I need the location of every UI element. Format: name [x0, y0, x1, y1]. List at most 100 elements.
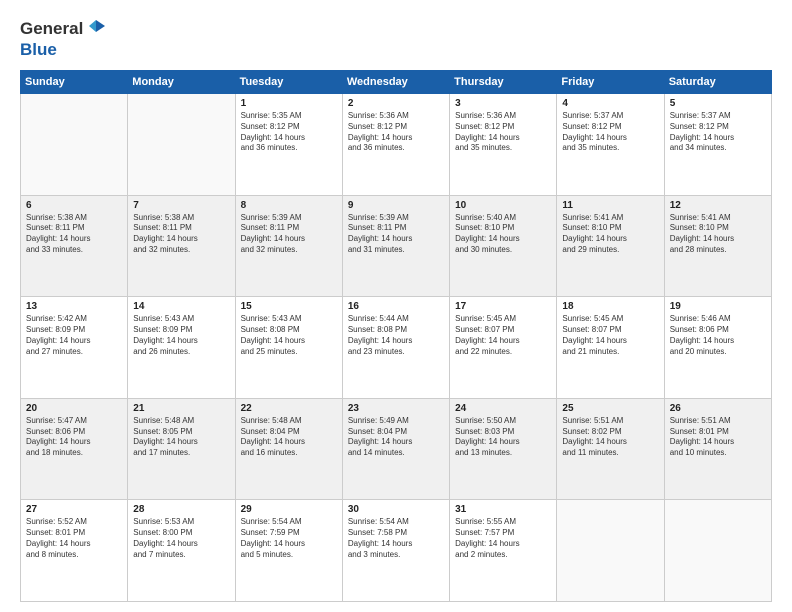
- cell-info: Sunrise: 5:50 AM Sunset: 8:03 PM Dayligh…: [455, 416, 551, 459]
- calendar-cell: 30 Sunrise: 5:54 AM Sunset: 7:58 PM Dayli…: [342, 500, 449, 602]
- cell-info: Sunrise: 5:44 AM Sunset: 8:08 PM Dayligh…: [348, 314, 444, 357]
- day-number: 16: [348, 301, 444, 312]
- calendar-cell: 27Sunrise: 5:52 AM Sunset: 8:01 PM Dayli…: [21, 500, 128, 602]
- day-number: 31: [455, 504, 551, 515]
- cell-info: Sunrise: 5:51 AM Sunset: 8:02 PM Dayligh…: [562, 416, 658, 459]
- weekday-header: Friday: [557, 71, 664, 94]
- calendar-cell: 11 Sunrise: 5:41 AM Sunset: 8:10 PM Dayli…: [557, 195, 664, 297]
- day-number: 10: [455, 200, 551, 211]
- calendar-cell: [21, 94, 128, 196]
- day-number: 26: [670, 403, 766, 414]
- calendar-cell: [128, 94, 235, 196]
- day-number: 14: [133, 301, 229, 312]
- cell-info: Sunrise: 5:45 AM Sunset: 8:07 PM Dayligh…: [562, 314, 658, 357]
- cell-info: Sunrise: 5:39 AM Sunset: 8:11 PM Dayligh…: [348, 213, 444, 256]
- day-number: 7: [133, 200, 229, 211]
- day-number: 9: [348, 200, 444, 211]
- calendar-cell: [557, 500, 664, 602]
- logo-flag-icon: [85, 18, 107, 40]
- calendar-cell: 19 Sunrise: 5:46 AM Sunset: 8:06 PM Dayli…: [664, 297, 771, 399]
- weekday-header: Wednesday: [342, 71, 449, 94]
- cell-info: Sunrise: 5:43 AM Sunset: 8:08 PM Dayligh…: [241, 314, 337, 357]
- calendar-cell: 23 Sunrise: 5:49 AM Sunset: 8:04 PM Dayli…: [342, 398, 449, 500]
- day-number: 15: [241, 301, 337, 312]
- page: General Blue SundayMondayTuesdayWednesda…: [0, 0, 792, 612]
- day-number: 13: [26, 301, 122, 312]
- cell-info: Sunrise: 5:37 AM Sunset: 8:12 PM Dayligh…: [670, 111, 766, 154]
- calendar-cell: 5 Sunrise: 5:37 AM Sunset: 8:12 PM Daylig…: [664, 94, 771, 196]
- day-number: 5: [670, 98, 766, 109]
- calendar-cell: 25 Sunrise: 5:51 AM Sunset: 8:02 PM Dayli…: [557, 398, 664, 500]
- day-number: 1: [241, 98, 337, 109]
- day-number: 23: [348, 403, 444, 414]
- cell-info: Sunrise: 5:41 AM Sunset: 8:10 PM Dayligh…: [562, 213, 658, 256]
- day-number: 17: [455, 301, 551, 312]
- day-number: 21: [133, 403, 229, 414]
- calendar-cell: 31Sunrise: 5:55 AM Sunset: 7:57 PM Dayli…: [450, 500, 557, 602]
- day-number: 20: [26, 403, 122, 414]
- calendar-cell: 20Sunrise: 5:47 AM Sunset: 8:06 PM Dayli…: [21, 398, 128, 500]
- cell-info: Sunrise: 5:48 AM Sunset: 8:04 PM Dayligh…: [241, 416, 337, 459]
- calendar-cell: 13 Sunrise: 5:42 AM Sunset: 8:09 PM Dayli…: [21, 297, 128, 399]
- cell-info: Sunrise: 5:54 AM Sunset: 7:59 PM Dayligh…: [241, 517, 337, 560]
- day-number: 12: [670, 200, 766, 211]
- day-number: 6: [26, 200, 122, 211]
- calendar-cell: 26 Sunrise: 5:51 AM Sunset: 8:01 PM Dayli…: [664, 398, 771, 500]
- day-number: 30: [348, 504, 444, 515]
- weekday-header: Tuesday: [235, 71, 342, 94]
- calendar-cell: [664, 500, 771, 602]
- day-number: 2: [348, 98, 444, 109]
- day-number: 24: [455, 403, 551, 414]
- logo: General Blue: [20, 18, 107, 60]
- cell-info: Sunrise: 5:42 AM Sunset: 8:09 PM Dayligh…: [26, 314, 122, 357]
- calendar-cell: 1 Sunrise: 5:35 AM Sunset: 8:12 PM Daylig…: [235, 94, 342, 196]
- calendar-cell: 10 Sunrise: 5:40 AM Sunset: 8:10 PM Dayli…: [450, 195, 557, 297]
- logo-general: General: [20, 19, 83, 39]
- cell-info: Sunrise: 5:46 AM Sunset: 8:06 PM Dayligh…: [670, 314, 766, 357]
- day-number: 11: [562, 200, 658, 211]
- cell-info: Sunrise: 5:51 AM Sunset: 8:01 PM Dayligh…: [670, 416, 766, 459]
- calendar-cell: 2Sunrise: 5:36 AM Sunset: 8:12 PM Daylig…: [342, 94, 449, 196]
- cell-info: Sunrise: 5:48 AM Sunset: 8:05 PM Dayligh…: [133, 416, 229, 459]
- cell-info: Sunrise: 5:43 AM Sunset: 8:09 PM Dayligh…: [133, 314, 229, 357]
- weekday-header: Monday: [128, 71, 235, 94]
- cell-info: Sunrise: 5:35 AM Sunset: 8:12 PM Dayligh…: [241, 111, 337, 154]
- calendar-cell: 16 Sunrise: 5:44 AM Sunset: 8:08 PM Dayli…: [342, 297, 449, 399]
- day-number: 22: [241, 403, 337, 414]
- day-number: 3: [455, 98, 551, 109]
- cell-info: Sunrise: 5:41 AM Sunset: 8:10 PM Dayligh…: [670, 213, 766, 256]
- header: General Blue: [20, 18, 772, 60]
- calendar-table: SundayMondayTuesdayWednesdayThursdayFrid…: [20, 70, 772, 602]
- calendar-cell: 29 Sunrise: 5:54 AM Sunset: 7:59 PM Dayli…: [235, 500, 342, 602]
- cell-info: Sunrise: 5:52 AM Sunset: 8:01 PM Dayligh…: [26, 517, 122, 560]
- cell-info: Sunrise: 5:37 AM Sunset: 8:12 PM Dayligh…: [562, 111, 658, 154]
- calendar-cell: 6 Sunrise: 5:38 AM Sunset: 8:11 PM Daylig…: [21, 195, 128, 297]
- cell-info: Sunrise: 5:45 AM Sunset: 8:07 PM Dayligh…: [455, 314, 551, 357]
- calendar-cell: 4 Sunrise: 5:37 AM Sunset: 8:12 PM Daylig…: [557, 94, 664, 196]
- day-number: 8: [241, 200, 337, 211]
- day-number: 29: [241, 504, 337, 515]
- calendar-cell: 21 Sunrise: 5:48 AM Sunset: 8:05 PM Dayli…: [128, 398, 235, 500]
- weekday-header: Saturday: [664, 71, 771, 94]
- day-number: 25: [562, 403, 658, 414]
- day-number: 4: [562, 98, 658, 109]
- cell-info: Sunrise: 5:40 AM Sunset: 8:10 PM Dayligh…: [455, 213, 551, 256]
- weekday-header: Sunday: [21, 71, 128, 94]
- calendar-cell: 12 Sunrise: 5:41 AM Sunset: 8:10 PM Dayli…: [664, 195, 771, 297]
- day-number: 28: [133, 504, 229, 515]
- cell-info: Sunrise: 5:36 AM Sunset: 8:12 PM Dayligh…: [455, 111, 551, 154]
- cell-info: Sunrise: 5:38 AM Sunset: 8:11 PM Dayligh…: [26, 213, 122, 256]
- calendar-cell: 17 Sunrise: 5:45 AM Sunset: 8:07 PM Dayli…: [450, 297, 557, 399]
- day-number: 19: [670, 301, 766, 312]
- calendar-cell: 28 Sunrise: 5:53 AM Sunset: 8:00 PM Dayli…: [128, 500, 235, 602]
- cell-info: Sunrise: 5:49 AM Sunset: 8:04 PM Dayligh…: [348, 416, 444, 459]
- cell-info: Sunrise: 5:54 AM Sunset: 7:58 PM Dayligh…: [348, 517, 444, 560]
- cell-info: Sunrise: 5:39 AM Sunset: 8:11 PM Dayligh…: [241, 213, 337, 256]
- calendar-cell: 8 Sunrise: 5:39 AM Sunset: 8:11 PM Daylig…: [235, 195, 342, 297]
- calendar-cell: 15 Sunrise: 5:43 AM Sunset: 8:08 PM Dayli…: [235, 297, 342, 399]
- calendar-cell: 14 Sunrise: 5:43 AM Sunset: 8:09 PM Dayli…: [128, 297, 235, 399]
- calendar-cell: 24 Sunrise: 5:50 AM Sunset: 8:03 PM Dayli…: [450, 398, 557, 500]
- day-number: 18: [562, 301, 658, 312]
- weekday-header: Thursday: [450, 71, 557, 94]
- cell-info: Sunrise: 5:53 AM Sunset: 8:00 PM Dayligh…: [133, 517, 229, 560]
